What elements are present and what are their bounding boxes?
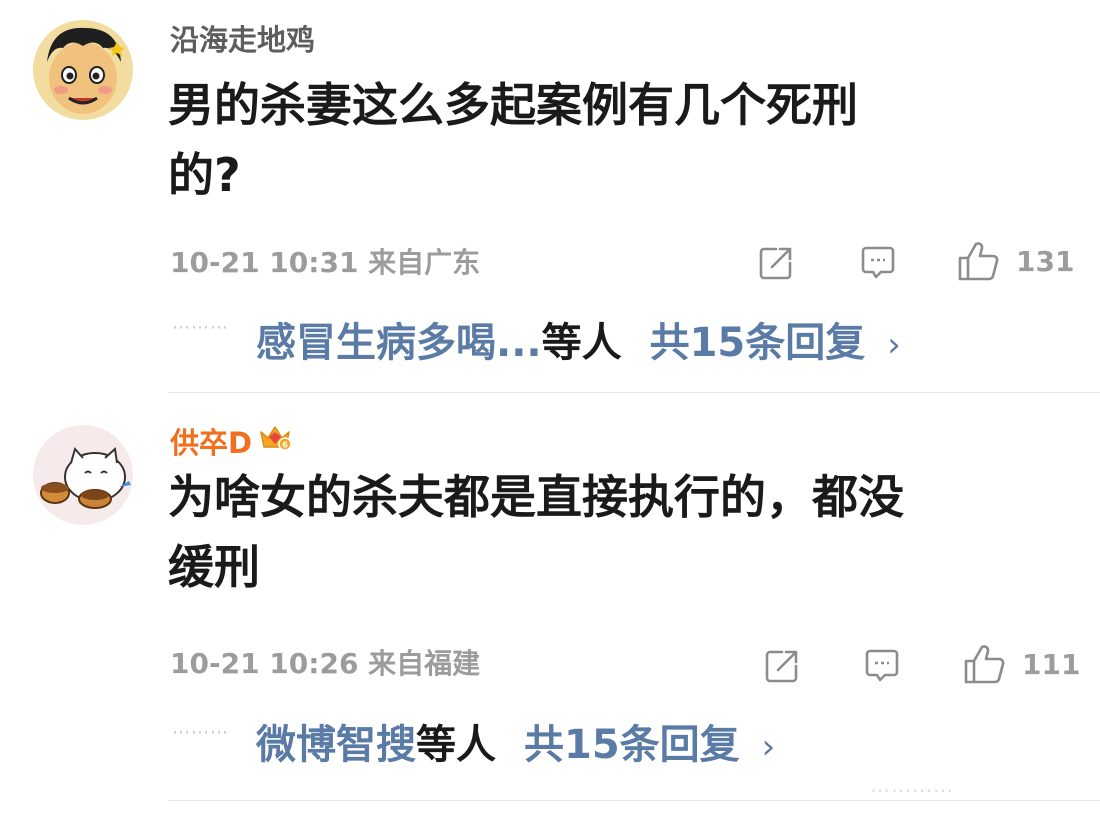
svg-text:6: 6 bbox=[282, 441, 288, 450]
reply-etc-label: 等人 bbox=[416, 722, 496, 768]
reply-button[interactable] bbox=[862, 646, 902, 686]
avatar[interactable] bbox=[33, 20, 133, 120]
vip-crown-badge-icon: 6 bbox=[258, 423, 292, 461]
reply-author-names: 感冒生病多喝... bbox=[256, 320, 542, 366]
avatar[interactable] bbox=[33, 425, 133, 525]
thumbs-up-icon bbox=[958, 242, 999, 281]
like-count: 111 bbox=[1022, 647, 1081, 681]
chevron-right-icon: › bbox=[761, 727, 776, 767]
share-icon bbox=[765, 650, 798, 683]
comment-text-line: 为啥女的杀夫都是直接执行的，都没 bbox=[168, 470, 904, 524]
share-button[interactable] bbox=[756, 243, 796, 283]
like-button[interactable]: 131 bbox=[956, 239, 1074, 283]
reply-author-names: 微博智搜 bbox=[256, 722, 416, 768]
share-icon bbox=[759, 247, 792, 280]
share-button[interactable] bbox=[762, 646, 802, 686]
like-count: 131 bbox=[1016, 244, 1075, 278]
reply-button[interactable] bbox=[858, 243, 898, 283]
comment-meta: 10-21 10:26 来自福建 bbox=[170, 647, 481, 680]
reply-connector: ⋯⋯⋯ bbox=[172, 317, 229, 338]
reply-connector: ⋯⋯⋯ bbox=[172, 722, 229, 743]
like-button[interactable]: 111 bbox=[962, 642, 1080, 686]
cartoon-face-avatar-icon bbox=[33, 20, 133, 120]
reply-total: 共15条回复 bbox=[649, 320, 866, 366]
reply-total: 共15条回复 bbox=[524, 722, 740, 768]
comment-icon bbox=[865, 649, 899, 682]
username[interactable]: 沿海走地鸡 bbox=[170, 22, 315, 58]
watermark-dots: ⋯⋯⋯⋯ bbox=[870, 778, 954, 802]
reply-summary-link[interactable]: 感冒生病多喝...等人 共15条回复 › bbox=[256, 318, 901, 370]
comment-item: 供卒D 6 为啥女的杀夫都是直接执行的，都没 缓刑 10-21 10:26 来自… bbox=[0, 392, 1100, 815]
comment-icon bbox=[861, 246, 895, 279]
username[interactable]: 供卒D 6 bbox=[170, 425, 292, 461]
comment-text-line: 的? bbox=[168, 148, 241, 202]
thumbs-up-icon bbox=[964, 645, 1005, 684]
comment-text: 为啥女的杀夫都是直接执行的，都没 缓刑 bbox=[168, 462, 1048, 602]
comment-item: 沿海走地鸡 男的杀妻这么多起案例有几个死刑 的? 10-21 10:31 来自广… bbox=[0, 0, 1100, 392]
comment-text-line: 男的杀妻这么多起案例有几个死刑 bbox=[168, 78, 858, 132]
reply-etc-label: 等人 bbox=[541, 320, 622, 366]
reply-summary-link[interactable]: 微博智搜等人 共15条回复 › bbox=[256, 720, 775, 772]
comment-text-line: 缓刑 bbox=[168, 540, 260, 594]
comment-text: 男的杀妻这么多起案例有几个死刑 的? bbox=[168, 70, 1048, 210]
comment-divider bbox=[168, 800, 1100, 801]
chevron-right-icon: › bbox=[887, 325, 901, 365]
cat-with-cookies-avatar-icon bbox=[33, 425, 133, 525]
comment-divider bbox=[168, 392, 1100, 393]
comment-meta: 10-21 10:31 来自广东 bbox=[170, 246, 481, 279]
